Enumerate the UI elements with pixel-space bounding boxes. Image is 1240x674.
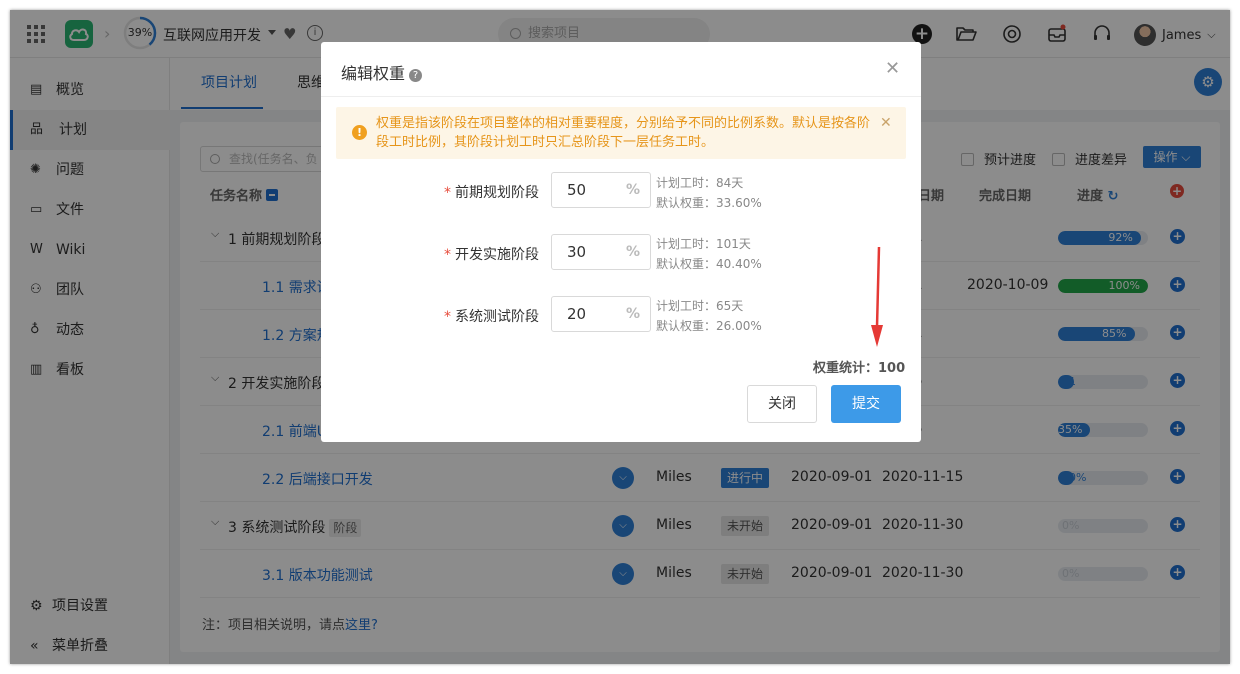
modal-title: 编辑权重? bbox=[341, 60, 423, 84]
default-weight: 默认权重：33.60% bbox=[656, 196, 762, 210]
default-weight: 默认权重：40.40% bbox=[656, 257, 762, 271]
weight-total: 权重统计：100 bbox=[813, 361, 906, 376]
field-label-phase2: * 开发实施阶段 bbox=[444, 247, 539, 263]
submit-button[interactable]: 提交 bbox=[831, 385, 901, 423]
field-label-text: 开发实施阶段 bbox=[455, 247, 539, 263]
warning-icon: ! bbox=[352, 125, 367, 140]
field-label-text: 系统测试阶段 bbox=[455, 309, 539, 325]
field-hint-phase1: 计划工时：84天默认权重：33.60% bbox=[656, 173, 762, 213]
planned-hours: 计划工时：84天 bbox=[656, 176, 744, 190]
planned-hours: 计划工时：101天 bbox=[656, 237, 751, 251]
info-alert: ! 权重是指该阶段在项目整体的相对重要程度，分别给予不同的比例系数。默认是按各阶… bbox=[336, 107, 906, 159]
weight-value: 20 bbox=[567, 305, 587, 323]
weight-value: 30 bbox=[567, 243, 587, 261]
percent-unit: % bbox=[625, 182, 640, 198]
modal-title-text: 编辑权重 bbox=[341, 64, 406, 83]
planned-hours: 计划工时：65天 bbox=[656, 299, 744, 313]
percent-unit: % bbox=[625, 306, 640, 322]
edit-weight-modal: 编辑权重? ✕ ! 权重是指该阶段在项目整体的相对重要程度，分别给予不同的比例系… bbox=[321, 42, 921, 442]
annotation-arrow-icon bbox=[871, 247, 883, 347]
alert-text: 权重是指该阶段在项目整体的相对重要程度，分别给予不同的比例系数。默认是按各阶段工… bbox=[376, 116, 871, 150]
field-label-phase1: * 前期规划阶段 bbox=[444, 185, 539, 201]
weight-input-phase2[interactable]: 30% bbox=[551, 234, 651, 270]
question-icon[interactable]: ? bbox=[409, 69, 423, 82]
weight-value: 50 bbox=[567, 181, 587, 199]
weight-input-phase1[interactable]: 50% bbox=[551, 172, 651, 208]
alert-close-icon[interactable]: ✕ bbox=[880, 115, 892, 131]
modal-divider bbox=[321, 96, 921, 97]
weight-input-phase3[interactable]: 20% bbox=[551, 296, 651, 332]
app-window: › 39% 互联网应用开发 ♥ i 搜索项目 + James ⌵ ▤ 概览 品 … bbox=[10, 10, 1230, 664]
field-label-phase3: * 系统测试阶段 bbox=[444, 309, 539, 325]
default-weight: 默认权重：26.00% bbox=[656, 319, 762, 333]
field-hint-phase3: 计划工时：65天默认权重：26.00% bbox=[656, 296, 762, 336]
close-icon[interactable]: ✕ bbox=[885, 58, 900, 79]
field-label-text: 前期规划阶段 bbox=[455, 185, 539, 201]
close-button[interactable]: 关闭 bbox=[747, 385, 817, 423]
field-hint-phase2: 计划工时：101天 默认权重：40.40% bbox=[656, 234, 762, 274]
percent-unit: % bbox=[625, 244, 640, 260]
